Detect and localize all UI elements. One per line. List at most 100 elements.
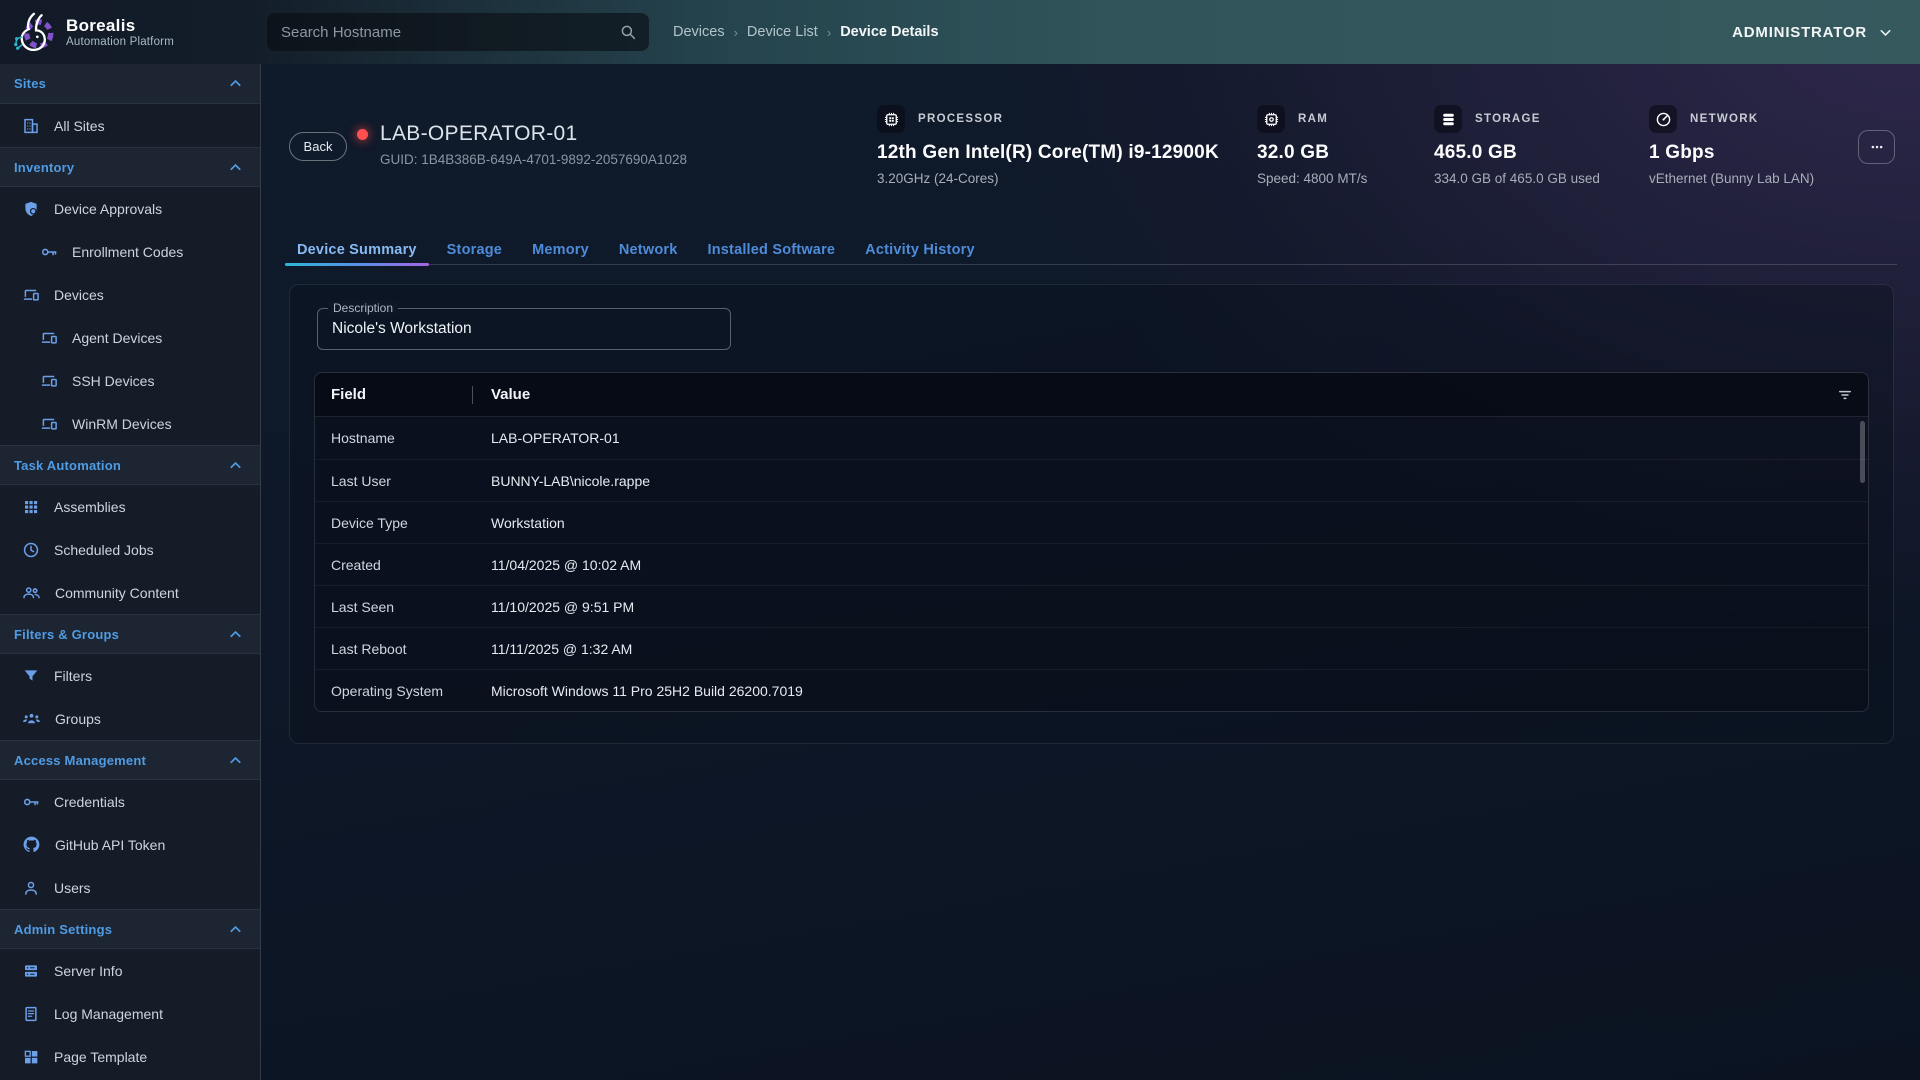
sidebar-item-filters[interactable]: Filters [0,654,260,697]
top-bar: Borealis Automation Platform Devices›Dev… [0,0,1920,64]
device-summary-card: Description Field Value HostnameLAB-OPER… [289,284,1894,744]
chevron-up-icon [227,921,244,938]
sidebar-item-label: Enrollment Codes [72,244,183,260]
stat-value: 32.0 GB [1257,142,1367,164]
sidebar-section-label: Filters & Groups [14,627,119,642]
row-field: Last User [315,473,491,489]
stat-subtext: Speed: 4800 MT/s [1257,171,1367,186]
column-header-field: Field [315,386,472,403]
sidebar-item-log-management[interactable]: Log Management [0,992,260,1035]
chevron-up-icon [227,159,244,176]
tab-activity-history[interactable]: Activity History [853,235,987,264]
stat-label: RAM [1298,113,1328,125]
sidebar-section-task-automation[interactable]: Task Automation [0,445,260,485]
groups-icon [22,709,41,728]
sidebar-item-groups[interactable]: Groups [0,697,260,740]
sidebar-section-inventory[interactable]: Inventory [0,147,260,187]
stat-processor: PROCESSOR 12th Gen Intel(R) Core(TM) i9-1… [877,105,1219,186]
devices-icon [40,329,58,347]
brand-subtitle: Automation Platform [66,36,174,48]
sidebar-item-label: Server Info [54,963,122,979]
search-box[interactable] [267,13,649,51]
more-actions-button[interactable] [1858,130,1895,164]
device-online-status-dot [357,129,368,140]
table-filter-icon[interactable] [1836,386,1854,404]
borealis-rabbit-logo-icon [10,9,56,55]
main-content: Back LAB-OPERATOR-01 GUID: 1B4B386B-649A… [261,64,1920,1080]
storage-icon [1440,111,1457,128]
sidebar-section-sites[interactable]: Sites [0,64,260,104]
sidebar-section-admin-settings[interactable]: Admin Settings [0,909,260,949]
sidebar-item-community-content[interactable]: Community Content [0,571,260,614]
shield-check-icon [22,200,40,218]
tab-device-summary[interactable]: Device Summary [285,235,429,264]
device-properties-table: Field Value HostnameLAB-OPERATOR-01Last … [314,372,1869,712]
description-input[interactable] [332,320,716,338]
sidebar-item-label: Users [54,880,91,896]
table-scrollbar-thumb[interactable] [1860,421,1865,483]
sidebar-item-all-sites[interactable]: All Sites [0,104,260,147]
storage-icon-box [1434,105,1462,133]
sidebar-section-filters-groups[interactable]: Filters & Groups [0,614,260,654]
sidebar-item-credentials[interactable]: Credentials [0,780,260,823]
description-field[interactable]: Description [317,308,731,350]
sidebar-section-label: Sites [14,76,46,91]
sidebar-item-winrm-devices[interactable]: WinRM Devices [0,402,260,445]
sidebar-item-label: Credentials [54,794,125,810]
sidebar-item-page-template[interactable]: Page Template [0,1035,260,1078]
tab-storage[interactable]: Storage [435,235,514,264]
stat-value: 465.0 GB [1434,142,1600,164]
stat-network: NETWORK1 GbpsvEthernet (Bunny Lab LAN) [1649,105,1814,186]
sidebar-item-label: Scheduled Jobs [54,542,154,558]
breadcrumb-device-list[interactable]: Device List [747,24,818,40]
table-row-last-reboot: Last Reboot11/11/2025 @ 1:32 AM [315,627,1868,669]
key-icon [40,243,58,261]
row-value: BUNNY-LAB\nicole.rappe [491,473,650,489]
tab-network[interactable]: Network [607,235,690,264]
sidebar-item-label: Device Approvals [54,201,162,217]
clock-icon [22,541,40,559]
sidebar-item-users[interactable]: Users [0,866,260,909]
sidebar-item-ssh-devices[interactable]: SSH Devices [0,359,260,402]
user-menu-label: ADMINISTRATOR [1732,24,1867,41]
back-button[interactable]: Back [289,132,347,161]
table-row-hostname: HostnameLAB-OPERATOR-01 [315,417,1868,459]
device-tabs: Device SummaryStorageMemoryNetworkInstal… [285,235,1897,265]
sidebar-item-label: All Sites [54,118,105,134]
sidebar-item-agent-devices[interactable]: Agent Devices [0,316,260,359]
search-input[interactable] [281,24,619,41]
stat-value: 12th Gen Intel(R) Core(TM) i9-12900K [877,142,1219,164]
description-field-label: Description [328,301,398,315]
sidebar-item-scheduled-jobs[interactable]: Scheduled Jobs [0,528,260,571]
sidebar-item-label: Community Content [55,585,179,601]
sidebar-item-label: SSH Devices [72,373,154,389]
sidebar-item-server-info[interactable]: Server Info [0,949,260,992]
user-menu[interactable]: ADMINISTRATOR [1732,24,1894,41]
sidebar-item-device-approvals[interactable]: Device Approvals [0,187,260,230]
tab-installed-software[interactable]: Installed Software [695,235,847,264]
table-row-device-type: Device TypeWorkstation [315,501,1868,543]
search-icon[interactable] [619,23,637,41]
device-name: LAB-OPERATOR-01 [380,122,577,146]
chevron-up-icon [227,752,244,769]
tab-memory[interactable]: Memory [520,235,601,264]
network-icon-box [1649,105,1677,133]
sidebar-item-assemblies[interactable]: Assemblies [0,485,260,528]
row-field: Hostname [315,430,491,446]
sidebar-item-enrollment-codes[interactable]: Enrollment Codes [0,230,260,273]
sidebar-item-github-api-token[interactable]: GitHub API Token [0,823,260,866]
brand: Borealis Automation Platform [0,9,261,55]
brand-name: Borealis [66,16,174,36]
layout-icon [22,1048,40,1066]
table-row-last-seen: Last Seen11/10/2025 @ 9:51 PM [315,585,1868,627]
stat-ram: RAM 32.0 GB Speed: 4800 MT/s [1257,105,1367,186]
stat-label: STORAGE [1475,113,1541,125]
breadcrumb-device-details[interactable]: Device Details [840,24,938,40]
stat-label: PROCESSOR [918,113,1003,125]
sidebar-item-label: GitHub API Token [55,837,165,853]
breadcrumb-devices[interactable]: Devices [673,24,725,40]
sidebar-item-devices[interactable]: Devices [0,273,260,316]
sidebar-section-access-management[interactable]: Access Management [0,740,260,780]
row-field: Created [315,557,491,573]
row-value: 11/11/2025 @ 1:32 AM [491,641,632,657]
